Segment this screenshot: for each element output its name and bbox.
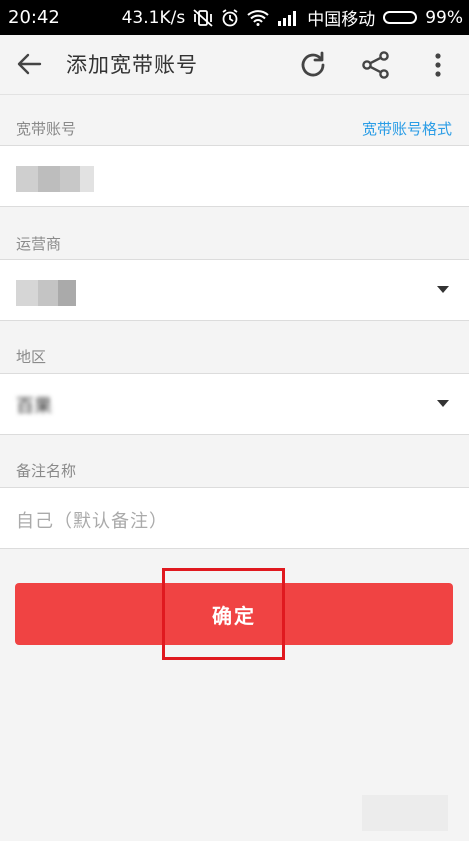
remark-label: 备注名称 [16,462,77,480]
remark-placeholder: 自己（默认备注） [16,511,168,532]
blurred-operator-value [16,280,76,306]
carrier-name: 中国移动 [307,10,376,30]
page-title: 添加宽带账号 [66,53,198,77]
share-icon[interactable] [360,49,392,81]
battery-icon [383,11,418,24]
status-bar: 20:42 43.1K/s 中国移动 99% [0,0,469,35]
chevron-down-icon [437,400,449,407]
vibrate-off-icon [193,8,213,27]
confirm-button[interactable]: 确定 [15,583,453,645]
status-right: 43.1K/s 中国移动 99% [121,5,463,31]
account-format-link[interactable]: 宽带账号格式 [362,118,452,139]
region-value: 百果 [16,396,52,417]
chevron-down-icon [437,286,449,293]
watermark [362,795,448,831]
battery-percent: 99% [425,7,463,28]
signal-icon [277,10,299,26]
account-label: 宽带账号 [16,120,77,138]
account-input[interactable] [0,145,469,207]
alarm-icon [221,8,239,27]
region-label: 地区 [16,348,47,366]
blurred-account-value [16,166,94,192]
app-bar: 添加宽带账号 [0,35,469,95]
region-select[interactable]: 百果 [0,373,469,435]
status-time: 20:42 [8,7,60,28]
refresh-icon[interactable] [297,49,329,81]
more-vertical-icon[interactable] [422,49,454,81]
network-speed: 43.1K/s [121,7,186,28]
operator-label: 运营商 [16,235,62,253]
wifi-icon [247,9,269,26]
arrow-left-icon[interactable] [14,49,44,79]
operator-select[interactable] [0,259,469,321]
remark-input[interactable]: 自己（默认备注） [0,487,469,549]
